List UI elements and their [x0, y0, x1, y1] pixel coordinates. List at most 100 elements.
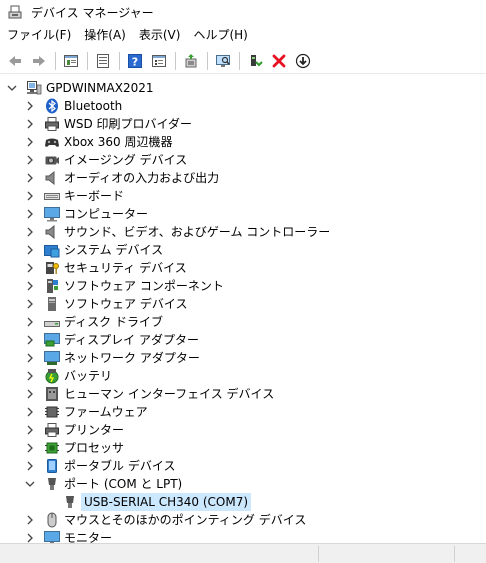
portable-device-icon [44, 458, 60, 474]
device-tree[interactable]: GPDWINMAX2021 Bluetooth WSD 印刷プロバイダー Xbo… [0, 78, 486, 543]
tree-item-label: USB-SERIAL CH340 (COM7) [81, 493, 252, 511]
menu-file[interactable]: ファイル(F) [0, 24, 77, 46]
chevron-right-icon[interactable] [25, 443, 35, 453]
tree-item-network-adapters[interactable]: ネットワーク アダプター [0, 349, 486, 367]
tree-item-bluetooth[interactable]: Bluetooth [0, 97, 486, 115]
toolbar-separator [119, 51, 120, 70]
processor-icon [44, 440, 60, 456]
chevron-right-icon[interactable] [25, 191, 35, 201]
tree-item-label: マウスとそのほかのポインティング デバイス [64, 513, 307, 527]
chevron-right-icon[interactable] [25, 515, 35, 525]
tree-item-usb-serial-ch340[interactable]: USB-SERIAL CH340 (COM7) [0, 493, 486, 511]
tree-item-audio-inputs-outputs[interactable]: オーディオの入力および出力 [0, 169, 486, 187]
view-icon[interactable] [148, 50, 170, 72]
forward-arrow-icon[interactable] [28, 50, 50, 72]
toolbar: ? [0, 48, 486, 74]
chevron-right-icon[interactable] [25, 209, 35, 219]
chevron-right-icon[interactable] [25, 245, 35, 255]
firmware-icon [44, 404, 60, 420]
tree-item-software-components[interactable]: ソフトウェア コンポーネント [0, 277, 486, 295]
tree-item-ports-com-lpt[interactable]: ポート (COM と LPT) [0, 475, 486, 493]
tree-item-human-interface-devices[interactable]: ヒューマン インターフェイス デバイス [0, 385, 486, 403]
update-driver-icon[interactable] [180, 50, 202, 72]
sound-icon [44, 224, 60, 240]
chevron-right-icon[interactable] [25, 533, 35, 543]
tree-item-firmware[interactable]: ファームウェア [0, 403, 486, 421]
tree-item-wsd-print-provider[interactable]: WSD 印刷プロバイダー [0, 115, 486, 133]
tree-root-label: GPDWINMAX2021 [46, 81, 154, 95]
disk-drive-icon [44, 314, 60, 330]
chevron-right-icon[interactable] [25, 407, 35, 417]
tree-item-batteries[interactable]: バッテリ [0, 367, 486, 385]
tree-item-portable-devices[interactable]: ポータブル デバイス [0, 457, 486, 475]
tree-item-monitors[interactable]: モニター [0, 529, 486, 543]
tree-item-keyboards[interactable]: キーボード [0, 187, 486, 205]
menu-help[interactable]: ヘルプ(H) [186, 24, 253, 46]
tree-item-system-devices[interactable]: システム デバイス [0, 241, 486, 259]
chevron-right-icon[interactable] [25, 101, 35, 111]
monitor-icon [44, 530, 60, 543]
chevron-right-icon[interactable] [25, 227, 35, 237]
tree-item-printers[interactable]: プリンター [0, 421, 486, 439]
chevron-right-icon[interactable] [25, 461, 35, 471]
chevron-right-icon[interactable] [25, 425, 35, 435]
toolbar-separator [175, 51, 176, 70]
security-key-icon [44, 260, 60, 276]
printer-icon [44, 422, 60, 438]
chevron-right-icon[interactable] [25, 173, 35, 183]
chevron-right-icon[interactable] [25, 389, 35, 399]
speaker-icon [44, 170, 60, 186]
status-pane-divider [454, 546, 455, 562]
disable-device-icon[interactable] [292, 50, 314, 72]
enable-device-icon[interactable] [244, 50, 266, 72]
tree-item-label: モニター [64, 531, 113, 543]
tree-item-mice[interactable]: マウスとそのほかのポインティング デバイス [0, 511, 486, 529]
toolbar-separator [207, 51, 208, 70]
show-hide-tree-icon[interactable] [60, 50, 82, 72]
software-device-icon [44, 296, 60, 312]
chevron-down-icon[interactable] [25, 479, 35, 489]
tree-item-label: コンピューター [64, 207, 149, 221]
chevron-right-icon[interactable] [25, 155, 35, 165]
tree-item-label: オーディオの入力および出力 [64, 171, 220, 185]
uninstall-device-icon[interactable] [268, 50, 290, 72]
chevron-right-icon[interactable] [25, 371, 35, 381]
tree-item-disk-drives[interactable]: ディスク ドライブ [0, 313, 486, 331]
tree-item-software-devices[interactable]: ソフトウェア デバイス [0, 295, 486, 313]
menu-view[interactable]: 表示(V) [132, 24, 187, 46]
chevron-right-icon[interactable] [25, 119, 35, 129]
tree-item-display-adapters[interactable]: ディスプレイ アダプター [0, 331, 486, 349]
tree-item-imaging-devices[interactable]: イメージング デバイス [0, 151, 486, 169]
chevron-right-icon[interactable] [25, 281, 35, 291]
back-arrow-icon[interactable] [4, 50, 26, 72]
tree-item-label: サウンド、ビデオ、およびゲーム コントローラー [64, 225, 331, 239]
tree-item-security-devices[interactable]: セキュリティ デバイス [0, 259, 486, 277]
menu-action[interactable]: 操作(A) [77, 24, 132, 46]
system-folder-icon [44, 242, 60, 258]
software-component-icon [44, 278, 60, 294]
chevron-right-icon[interactable] [25, 137, 35, 147]
chevron-down-icon[interactable] [7, 83, 17, 93]
chevron-right-icon[interactable] [25, 263, 35, 273]
help-icon[interactable]: ? [124, 50, 146, 72]
tree-item-label: ヒューマン インターフェイス デバイス [64, 387, 275, 401]
scan-hardware-icon[interactable] [212, 50, 234, 72]
tree-item-label: Bluetooth [64, 99, 123, 113]
hid-icon [44, 386, 60, 402]
tree-item-label: ポート (COM と LPT) [64, 477, 183, 491]
chevron-right-icon[interactable] [25, 299, 35, 309]
tree-root[interactable]: GPDWINMAX2021 [0, 79, 486, 97]
chevron-right-icon[interactable] [25, 353, 35, 363]
tree-item-xbox-360[interactable]: Xbox 360 周辺機器 [0, 133, 486, 151]
chevron-right-icon[interactable] [25, 335, 35, 345]
tree-item-computer[interactable]: コンピューター [0, 205, 486, 223]
chevron-right-icon[interactable] [25, 317, 35, 327]
tree-item-label: ディスプレイ アダプター [64, 333, 199, 347]
tree-item-label: ファームウェア [64, 405, 148, 419]
properties-icon[interactable] [92, 50, 114, 72]
tree-item-label: プリンター [64, 423, 125, 437]
tree-item-sound-video-game[interactable]: サウンド、ビデオ、およびゲーム コントローラー [0, 223, 486, 241]
tree-item-label: WSD 印刷プロバイダー [64, 117, 193, 131]
tree-item-label: ソフトウェア コンポーネント [64, 279, 224, 293]
tree-item-processors[interactable]: プロセッサ [0, 439, 486, 457]
